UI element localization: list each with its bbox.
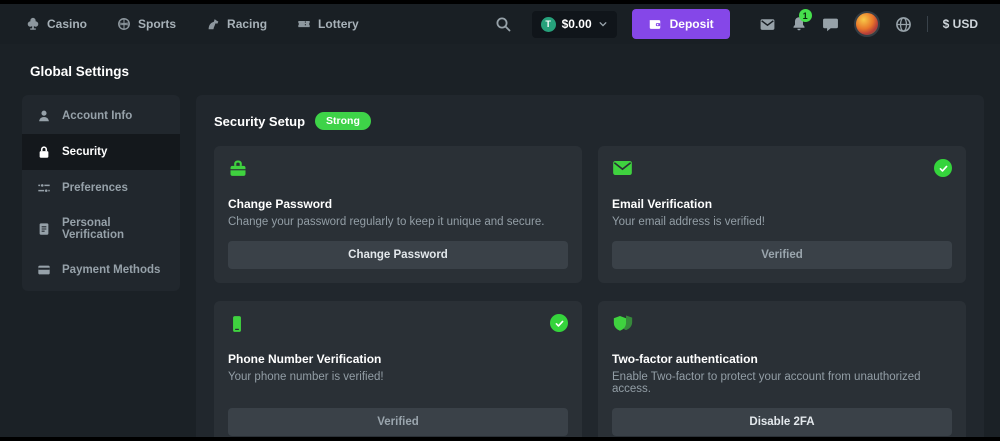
verified-check-icon (550, 314, 568, 332)
settings-sidebar: Account Info Security Preferences (22, 95, 180, 291)
two-factor-card: Two-factor authentication Enable Two-fac… (598, 301, 966, 437)
lottery-ticket-icon (297, 17, 311, 31)
card-description: Enable Two-factor to protect your accoun… (612, 371, 952, 395)
top-navbar: Casino Sports Racing (0, 4, 1000, 44)
card-title: Two-factor authentication (612, 352, 952, 366)
sidebar-item-label: Account Info (62, 110, 132, 122)
nav-item-racing[interactable]: Racing (206, 17, 267, 31)
disable-2fa-button[interactable]: Disable 2FA (612, 408, 952, 436)
wallet-icon (648, 17, 662, 31)
settings-layout: Account Info Security Preferences (22, 95, 984, 437)
sports-icon (117, 17, 131, 31)
tether-coin-icon: T (541, 17, 556, 32)
shield-icon (612, 314, 634, 334)
user-icon (37, 109, 51, 123)
card-top (228, 314, 568, 336)
verified-check-icon (934, 159, 952, 177)
email-verified-button[interactable]: Verified (612, 241, 952, 269)
panel-header: Security Setup Strong (214, 112, 966, 130)
balance-amount: $0.00 (562, 17, 592, 31)
nav-label: Casino (47, 17, 87, 31)
deposit-button[interactable]: Deposit (632, 9, 730, 39)
card-description: Change your password regularly to keep i… (228, 216, 568, 228)
sidebar-item-label: Preferences (62, 182, 128, 194)
sidebar-item-payment-methods[interactable]: Payment Methods (22, 252, 180, 288)
security-panel: Security Setup Strong Change Password (196, 95, 984, 437)
chat-icon[interactable] (822, 16, 839, 33)
chevron-down-icon (598, 19, 608, 29)
card-top (612, 314, 952, 336)
search-icon[interactable] (495, 16, 511, 32)
card-description: Your email address is verified! (612, 216, 952, 228)
content-area: Global Settings Account Info Secur (0, 44, 1000, 437)
sidebar-item-security[interactable]: Security (22, 134, 180, 170)
lock-icon (37, 145, 51, 159)
sidebar-item-account-info[interactable]: Account Info (22, 98, 180, 134)
change-password-card: Change Password Change your password reg… (214, 146, 582, 283)
user-avatar[interactable] (854, 11, 880, 37)
sidebar-item-personal-verification[interactable]: Personal Verification (22, 206, 180, 252)
nav-label: Lottery (318, 17, 359, 31)
sliders-icon (37, 181, 51, 195)
wallet-balance[interactable]: T $0.00 (532, 11, 617, 38)
card-top (228, 159, 568, 181)
nav-label: Racing (227, 17, 267, 31)
phone-icon (228, 314, 246, 334)
nav-item-sports[interactable]: Sports (117, 17, 176, 31)
phone-verification-card: Phone Number Verification Your phone num… (214, 301, 582, 437)
screen: Casino Sports Racing (0, 0, 1000, 441)
email-verification-card: Email Verification Your email address is… (598, 146, 966, 283)
phone-verified-button[interactable]: Verified (228, 408, 568, 436)
app-window: Casino Sports Racing (0, 4, 1000, 437)
nav-item-casino[interactable]: Casino (26, 17, 87, 31)
card-title: Phone Number Verification (228, 352, 568, 366)
card-title: Email Verification (612, 197, 952, 211)
document-icon (37, 222, 51, 236)
primary-nav: Casino Sports Racing (26, 17, 359, 31)
horse-racing-icon (206, 17, 220, 31)
globe-icon[interactable] (895, 16, 912, 33)
card-description: Your phone number is verified! (228, 371, 568, 383)
sidebar-item-label: Personal Verification (62, 217, 165, 241)
change-password-button[interactable]: Change Password (228, 241, 568, 269)
password-lock-icon (228, 159, 248, 179)
casino-icon (26, 17, 40, 31)
security-cards-grid: Change Password Change your password reg… (214, 146, 966, 437)
currency-selector[interactable]: $ USD (943, 17, 978, 31)
nav-item-lottery[interactable]: Lottery (297, 17, 359, 31)
card-title: Change Password (228, 197, 568, 211)
deposit-label: Deposit (670, 17, 714, 31)
bell-icon[interactable]: 1 (791, 16, 807, 32)
sidebar-item-preferences[interactable]: Preferences (22, 170, 180, 206)
navbar-right: T $0.00 Deposit 1 (495, 9, 978, 39)
notification-badge: 1 (799, 9, 812, 22)
email-icon (612, 159, 633, 177)
card-top (612, 159, 952, 181)
password-strength-badge: Strong (315, 112, 371, 130)
divider (927, 16, 928, 32)
sidebar-item-label: Payment Methods (62, 264, 160, 276)
panel-title: Security Setup (214, 114, 305, 129)
credit-card-icon (37, 263, 51, 277)
sidebar-item-label: Security (62, 146, 107, 158)
page-title: Global Settings (30, 64, 984, 79)
nav-label: Sports (138, 17, 176, 31)
mail-icon[interactable] (759, 16, 776, 33)
